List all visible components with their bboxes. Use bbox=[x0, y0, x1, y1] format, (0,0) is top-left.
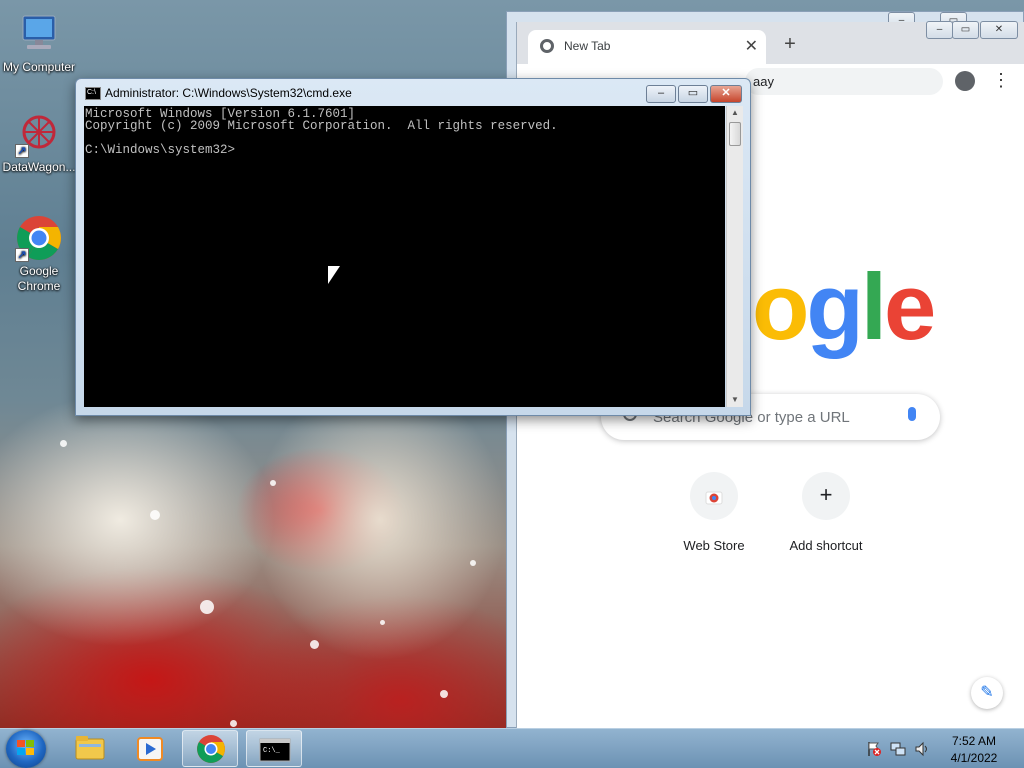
media-player-icon bbox=[137, 737, 163, 761]
web-store-icon bbox=[690, 472, 738, 520]
computer-icon bbox=[15, 10, 63, 58]
taskbar-chrome[interactable] bbox=[182, 730, 238, 767]
shortcut-web-store[interactable]: Web Store bbox=[658, 472, 770, 553]
action-center-flag-icon[interactable] bbox=[866, 741, 882, 757]
snowflake bbox=[270, 480, 276, 486]
google-logo: ogle bbox=[752, 254, 936, 359]
chrome-close-button[interactable]: ✕ bbox=[980, 21, 1018, 39]
cmd-icon: C:\_ bbox=[259, 738, 291, 762]
taskbar-media-player[interactable] bbox=[122, 730, 178, 767]
new-tab-plus-icon[interactable]: + bbox=[780, 33, 800, 55]
plus-icon: + bbox=[802, 472, 850, 520]
snowflake bbox=[470, 560, 476, 566]
taskbar-cmd[interactable]: C:\_ bbox=[246, 730, 302, 767]
omnibox-input[interactable]: aay bbox=[745, 68, 943, 95]
cmd-app-icon: C:\ bbox=[85, 87, 101, 100]
snowflake bbox=[230, 720, 237, 727]
desktop-icon-my-computer[interactable]: My Computer bbox=[1, 10, 77, 75]
console-prompt: C:\Windows\system32> bbox=[85, 143, 236, 157]
tab-new-tab[interactable]: New Tab ✕ bbox=[528, 30, 766, 64]
tab-title: New Tab bbox=[564, 39, 611, 53]
snowflake bbox=[310, 640, 319, 649]
svg-text:C:\_: C:\_ bbox=[263, 747, 281, 755]
close-tab-icon[interactable]: ✕ bbox=[745, 36, 758, 56]
cmd-console-output[interactable]: Microsoft Windows [Version 6.1.7601] Copy… bbox=[84, 106, 725, 407]
chrome-icon bbox=[197, 735, 225, 763]
shortcut-arrow-icon: ↗ bbox=[15, 248, 29, 262]
start-button[interactable] bbox=[6, 730, 46, 768]
shortcut-label: Add shortcut bbox=[789, 538, 863, 553]
windows-logo-icon bbox=[17, 740, 35, 757]
microphone-icon[interactable] bbox=[908, 407, 916, 421]
datawagon-icon: ↗ bbox=[15, 110, 63, 158]
snowflake bbox=[60, 440, 67, 447]
profile-avatar-icon[interactable] bbox=[955, 71, 975, 91]
cmd-maximize-button[interactable]: ▭ bbox=[678, 85, 708, 103]
chrome-maximize-button[interactable]: ▭ bbox=[952, 21, 979, 39]
chrome-favicon-icon bbox=[540, 39, 554, 53]
shortcut-arrow-icon: ↗ bbox=[15, 144, 29, 158]
snowflake bbox=[380, 620, 385, 625]
snowflake bbox=[440, 690, 448, 698]
folder-icon bbox=[75, 736, 105, 760]
desktop-icon-label: DataWagon... bbox=[2, 160, 76, 174]
cmd-window-title: Administrator: C:\Windows\System32\cmd.e… bbox=[105, 86, 352, 100]
desktop-icon-google-chrome[interactable]: ↗ Google Chrome bbox=[1, 214, 77, 294]
snowflake bbox=[200, 600, 214, 614]
desktop-icon-label: Google Chrome bbox=[17, 264, 61, 293]
taskbar-clock[interactable]: 7:52 AM 4/1/2022 bbox=[940, 733, 1008, 767]
chrome-icon: ↗ bbox=[15, 214, 63, 262]
mouse-cursor-icon bbox=[328, 266, 340, 284]
snowflake bbox=[150, 510, 160, 520]
cmd-minimize-button[interactable]: – bbox=[646, 85, 676, 103]
cmd-close-button[interactable]: ✕ bbox=[710, 85, 742, 103]
clock-date: 4/1/2022 bbox=[950, 751, 998, 765]
customize-pencil-icon[interactable]: ✎ bbox=[971, 677, 1003, 709]
console-line: Copyright (c) 2009 Microsoft Corporation… bbox=[85, 119, 558, 133]
desktop-icon-label: My Computer bbox=[2, 60, 76, 74]
network-icon[interactable] bbox=[890, 741, 906, 757]
cmd-scrollbar[interactable]: ▲ ▼ bbox=[726, 106, 743, 407]
desktop-icon-datawagon[interactable]: ↗ DataWagon... bbox=[1, 110, 77, 175]
scroll-up-icon[interactable]: ▲ bbox=[727, 106, 743, 120]
shortcut-label: Web Store bbox=[683, 538, 745, 553]
chrome-minimize-button[interactable]: – bbox=[926, 21, 953, 39]
taskbar-explorer[interactable] bbox=[62, 730, 118, 767]
chrome-menu-icon[interactable]: ⋮ bbox=[992, 70, 1010, 92]
volume-icon[interactable] bbox=[914, 741, 930, 757]
clock-time: 7:52 AM bbox=[951, 734, 997, 748]
shortcut-add[interactable]: + Add shortcut bbox=[770, 472, 882, 553]
scroll-thumb[interactable] bbox=[729, 122, 741, 146]
scroll-down-icon[interactable]: ▼ bbox=[727, 393, 743, 407]
